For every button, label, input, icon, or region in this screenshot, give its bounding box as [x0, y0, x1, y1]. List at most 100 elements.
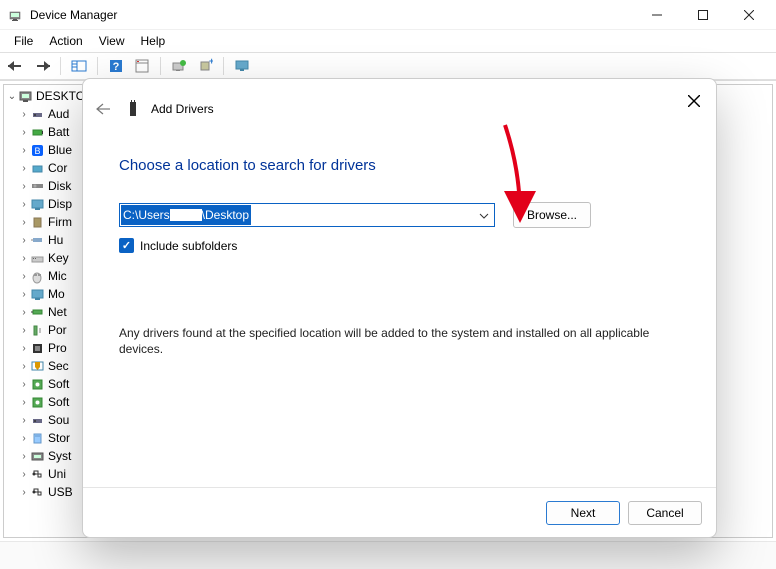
tree-item[interactable]: ›Sou [6, 411, 92, 429]
svg-text:B: B [34, 146, 40, 156]
dialog-title: Add Drivers [151, 102, 214, 116]
device-category-icon [30, 467, 45, 482]
menu-bar: File Action View Help [0, 30, 776, 52]
dialog-heading: Choose a location to search for drivers [119, 157, 680, 174]
tree-item[interactable]: ›Firm [6, 213, 92, 231]
tree-item[interactable]: ›Hu [6, 231, 92, 249]
tree-item[interactable]: ›Disp [6, 195, 92, 213]
tree-panel[interactable]: ⌄DESKTO›Aud›Batt›BBlue›Cor›Disk›Disp›Fir… [3, 84, 93, 538]
minimize-button[interactable] [634, 0, 680, 30]
tree-item-label: Soft [48, 377, 69, 391]
tree-item-label: Syst [48, 449, 71, 463]
title-bar: Device Manager [0, 0, 776, 30]
tree-item-label: Batt [48, 125, 69, 139]
device-category-icon [30, 179, 45, 194]
tree-item[interactable]: ›BBlue [6, 141, 92, 159]
devices-button[interactable] [230, 55, 254, 77]
tree-item[interactable]: ›Net [6, 303, 92, 321]
tree-item-label: Mo [48, 287, 65, 301]
scan-hardware-button[interactable] [167, 55, 191, 77]
toolbar-separator [60, 57, 61, 75]
tree-item[interactable]: ›Stor [6, 429, 92, 447]
device-category-icon [30, 485, 45, 500]
tree-item-label: Cor [48, 161, 67, 175]
tree-item-label: Key [48, 251, 69, 265]
chevron-down-icon[interactable] [474, 208, 494, 222]
tree-item-label: Disk [48, 179, 71, 193]
properties-button[interactable] [130, 55, 154, 77]
nav-back-button[interactable] [4, 55, 28, 77]
toolbar-separator [97, 57, 98, 75]
device-category-icon [30, 377, 45, 392]
tree-item-label: Stor [48, 431, 70, 445]
device-category-icon [30, 233, 45, 248]
tree-item[interactable]: ›Soft [6, 375, 92, 393]
device-category-icon [30, 161, 45, 176]
toolbar-separator [160, 57, 161, 75]
cancel-button[interactable]: Cancel [628, 501, 702, 525]
tree-item[interactable]: ›USB [6, 483, 92, 501]
menu-file[interactable]: File [6, 32, 41, 50]
tree-item[interactable]: ›Mic [6, 267, 92, 285]
tree-item-label: Net [48, 305, 67, 319]
status-bar [0, 541, 776, 569]
help-button[interactable]: ? [104, 55, 128, 77]
tree-item-label: Soft [48, 395, 69, 409]
tree-item[interactable]: ›Por [6, 321, 92, 339]
menu-action[interactable]: Action [41, 32, 90, 50]
tree-item[interactable]: ›Key [6, 249, 92, 267]
dialog-back-button[interactable] [91, 97, 115, 121]
tree-item[interactable]: ›Uni [6, 465, 92, 483]
tree-item-label: Aud [48, 107, 69, 121]
add-driver-button[interactable]: + [193, 55, 217, 77]
window-title: Device Manager [30, 8, 117, 22]
device-category-icon [30, 323, 45, 338]
tree-item[interactable]: ›Soft [6, 393, 92, 411]
tree-item[interactable]: ›Sec [6, 357, 92, 375]
computer-icon [18, 89, 33, 104]
device-category-icon [30, 287, 45, 302]
tree-root[interactable]: ⌄DESKTO [6, 87, 92, 105]
tree-item[interactable]: ›Syst [6, 447, 92, 465]
device-category-icon [30, 341, 45, 356]
device-category-icon [30, 413, 45, 428]
tree-item-label: Blue [48, 143, 72, 157]
svg-text:?: ? [113, 61, 120, 73]
tree-item[interactable]: ›Aud [6, 105, 92, 123]
close-window-button[interactable] [726, 0, 772, 30]
browse-button[interactable]: Browse... [513, 202, 591, 228]
tree-item-label: Disp [48, 197, 72, 211]
menu-view[interactable]: View [91, 32, 133, 50]
device-category-icon [30, 269, 45, 284]
tree-item-label: Sec [48, 359, 69, 373]
tree-item-label: Hu [48, 233, 63, 247]
device-category-icon [30, 197, 45, 212]
path-suffix: \Desktop [202, 208, 249, 222]
tree-item-label: Por [48, 323, 67, 337]
tree-item[interactable]: ›Mo [6, 285, 92, 303]
tree-item-label: Firm [48, 215, 72, 229]
include-subfolders-checkbox[interactable]: ✓ [119, 238, 134, 253]
tree-item[interactable]: ›Batt [6, 123, 92, 141]
path-combobox[interactable]: C:\Users\Desktop [119, 203, 495, 227]
tree-item[interactable]: ›Pro [6, 339, 92, 357]
nav-forward-button[interactable] [30, 55, 54, 77]
maximize-button[interactable] [680, 0, 726, 30]
device-category-icon [30, 215, 45, 230]
add-drivers-dialog: Add Drivers Choose a location to search … [82, 78, 717, 538]
device-category-icon [30, 125, 45, 140]
device-category-icon [30, 395, 45, 410]
device-category-icon [30, 431, 45, 446]
next-button[interactable]: Next [546, 501, 620, 525]
driver-icon [125, 99, 141, 119]
tree-item[interactable]: ›Cor [6, 159, 92, 177]
menu-help[interactable]: Help [133, 32, 174, 50]
dialog-close-button[interactable] [682, 89, 706, 113]
tree-item-label: USB [48, 485, 73, 499]
device-category-icon [30, 107, 45, 122]
tree-item-label: Pro [48, 341, 67, 355]
device-category-icon [30, 305, 45, 320]
tree-root-label: DESKTO [36, 89, 85, 103]
show-hide-console-button[interactable] [67, 55, 91, 77]
tree-item[interactable]: ›Disk [6, 177, 92, 195]
